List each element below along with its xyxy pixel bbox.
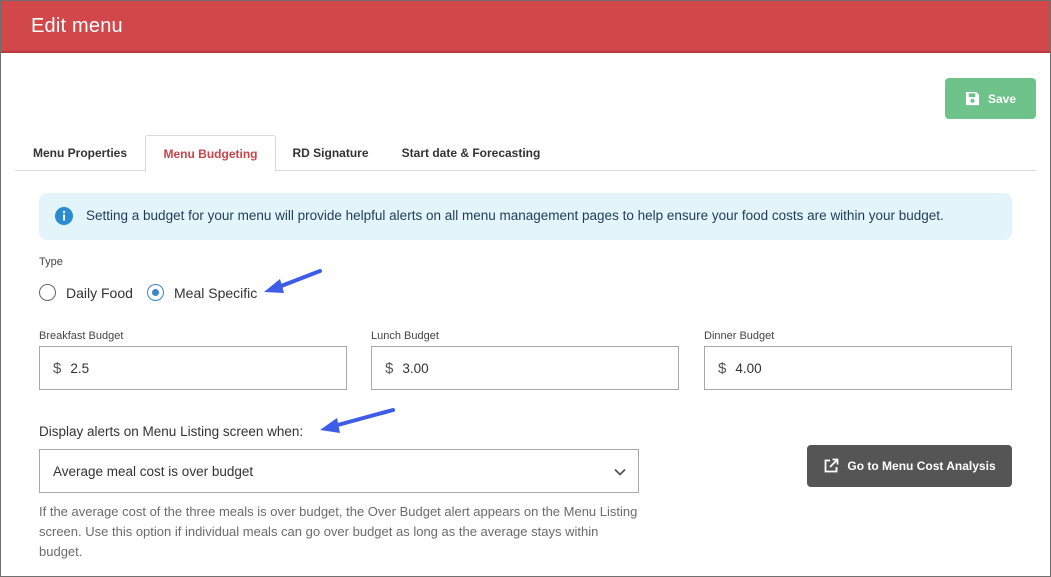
lunch-budget-label: Lunch Budget (371, 330, 439, 342)
page-title: Edit menu (31, 15, 123, 37)
save-button-label: Save (987, 91, 1017, 106)
lunch-budget-input[interactable]: $ 3.00 (371, 346, 679, 390)
floppy-disk-icon (965, 91, 980, 106)
dinner-budget-value: 4.00 (735, 360, 762, 376)
alert-condition-select[interactable]: Average meal cost is over budget (39, 449, 639, 493)
external-link-icon (824, 458, 839, 473)
tab-bar: Menu Properties Menu Budgeting RD Signat… (15, 135, 1036, 172)
annotation-arrow-type (264, 269, 322, 293)
dollar-sign: $ (718, 359, 727, 377)
info-text: Setting a budget for your menu will prov… (86, 208, 944, 223)
alerts-label: Display alerts on Menu Listing screen wh… (39, 424, 304, 439)
analysis-button-label: Go to Menu Cost Analysis (847, 459, 996, 473)
radio-daily-food-circle[interactable] (39, 284, 56, 301)
info-banner: Setting a budget for your menu will prov… (39, 193, 1012, 240)
alert-help-text: If the average cost of the three meals i… (39, 504, 638, 559)
tab-start-date-forecasting[interactable]: Start date & Forecasting (395, 135, 547, 171)
dollar-sign: $ (385, 359, 394, 377)
lunch-budget-value: 3.00 (402, 360, 429, 376)
page-header: Edit menu (1, 1, 1050, 53)
radio-meal-specific-circle[interactable] (147, 284, 164, 301)
radio-daily-food[interactable]: Daily Food (39, 284, 133, 301)
breakfast-budget-label: Breakfast Budget (39, 330, 124, 342)
tab-menu-properties[interactable]: Menu Properties (15, 135, 145, 171)
info-circle-icon (55, 207, 73, 225)
chevron-down-icon (614, 468, 626, 476)
radio-meal-specific[interactable]: Meal Specific (147, 284, 257, 301)
dinner-budget-label: Dinner Budget (704, 330, 775, 342)
dinner-budget-input[interactable]: $ 4.00 (704, 346, 1012, 390)
breakfast-budget-value: 2.5 (70, 360, 90, 376)
tab-menu-budgeting[interactable]: Menu Budgeting (145, 135, 276, 172)
radio-meal-specific-label: Meal Specific (174, 284, 258, 301)
radio-daily-food-label: Daily Food (66, 284, 133, 301)
annotation-arrow-alerts (320, 408, 395, 433)
alert-condition-value: Average meal cost is over budget (53, 463, 254, 479)
save-button[interactable]: Save (945, 78, 1036, 119)
type-label: Type (39, 256, 63, 268)
go-to-menu-cost-analysis-button[interactable]: Go to Menu Cost Analysis (807, 445, 1012, 487)
breakfast-budget-input[interactable]: $ 2.5 (39, 346, 347, 390)
dollar-sign: $ (53, 359, 62, 377)
tab-rd-signature[interactable]: RD Signature (282, 135, 379, 171)
